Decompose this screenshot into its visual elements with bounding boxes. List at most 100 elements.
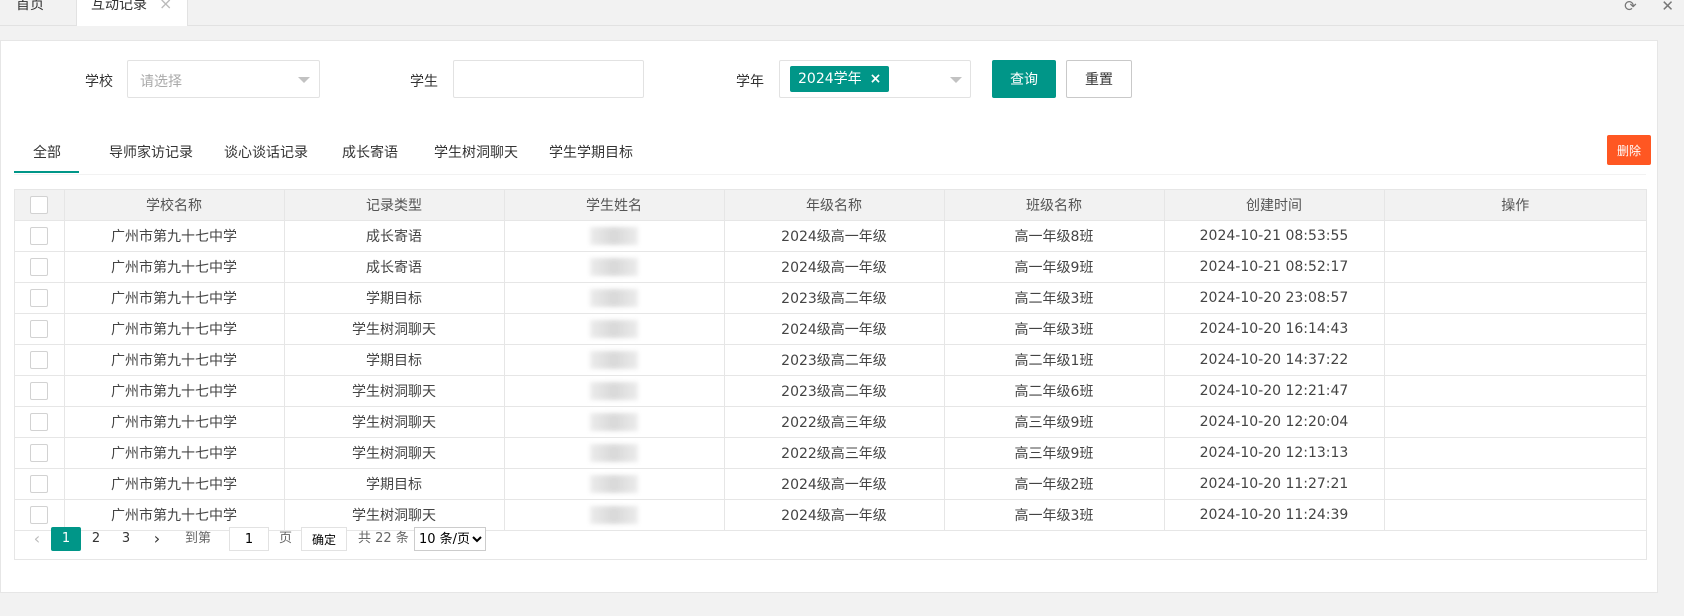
cell-grade: 2024级高一年级	[724, 468, 945, 500]
school-select[interactable]: 请选择	[127, 60, 320, 98]
cell-actions	[1384, 251, 1646, 283]
cell-school: 广州市第九十七中学	[64, 344, 285, 376]
school-placeholder: 请选择	[140, 74, 182, 90]
table-row[interactable]: 广州市第九十七中学 学期目标 2024级高一年级 高一年级2班 2024-10-20 1…	[15, 468, 1646, 500]
table-row[interactable]: 广州市第九十七中学 成长寄语 2024级高一年级 高一年级8班 2024-10-21 0…	[15, 220, 1646, 252]
close-all-icon[interactable]: ✕	[1661, 0, 1674, 15]
cell-school: 广州市第九十七中学	[64, 282, 285, 314]
cell-type: 学期目标	[284, 468, 505, 500]
row-checkbox[interactable]	[30, 350, 49, 369]
records-table: 学校名称 记录类型 学生姓名 年级名称 班级名称 创建时间 操作 广州市第九十七…	[14, 189, 1647, 531]
chip-remove-icon[interactable]: ×	[870, 71, 882, 87]
cell-grade: 2024级高一年级	[724, 313, 945, 345]
header-school: 学校名称	[64, 190, 285, 221]
cell-created: 2024-10-20 23:08:57	[1164, 282, 1385, 314]
cell-student	[504, 251, 725, 283]
cell-grade: 2022级高三年级	[724, 437, 945, 469]
cell-grade: 2024级高一年级	[724, 220, 945, 252]
row-checkbox[interactable]	[30, 381, 49, 400]
header-actions: 操作	[1384, 190, 1646, 221]
query-button[interactable]: 查询	[992, 60, 1056, 98]
table-row[interactable]: 广州市第九十七中学 学生树洞聊天 2022级高三年级 高三年级9班 2024-10-20…	[15, 437, 1646, 469]
year-select[interactable]: 2024学年 ×	[779, 60, 971, 98]
row-checkbox[interactable]	[30, 319, 49, 338]
cell-grade: 2023级高二年级	[724, 375, 945, 407]
table-row[interactable]: 广州市第九十七中学 学期目标 2023级高二年级 高二年级3班 2024-10-20 2…	[15, 282, 1646, 314]
year-chip-label: 2024学年	[798, 71, 862, 87]
delete-button[interactable]: 删除	[1607, 135, 1651, 165]
cell-actions	[1384, 313, 1646, 345]
cell-created: 2024-10-20 12:13:13	[1164, 437, 1385, 469]
header-class: 班级名称	[944, 190, 1165, 221]
subtab-semester-goal[interactable]: 学生学期目标	[549, 142, 633, 162]
cell-created: 2024-10-21 08:53:55	[1164, 220, 1385, 252]
table-row[interactable]: 广州市第九十七中学 学生树洞聊天 2023级高二年级 高二年级6班 2024-10-20…	[15, 375, 1646, 407]
cell-class: 高三年级9班	[944, 437, 1165, 469]
table-row[interactable]: 广州市第九十七中学 学生树洞聊天 2024级高一年级 高一年级3班 2024-10-20…	[15, 313, 1646, 345]
chevron-down-icon	[950, 77, 962, 83]
subtab-home-visit[interactable]: 导师家访记录	[109, 142, 193, 162]
redacted-student-name	[590, 257, 638, 276]
table-row[interactable]: 广州市第九十七中学 学期目标 2023级高二年级 高二年级1班 2024-10-20 1…	[15, 344, 1646, 376]
tab-close-icon[interactable]: ×	[159, 0, 172, 12]
subtab-growth-message[interactable]: 成长寄语	[342, 142, 398, 162]
student-input[interactable]	[453, 60, 644, 98]
tab-home[interactable]: 首页	[16, 0, 44, 24]
table-header-row: 学校名称 记录类型 学生姓名 年级名称 班级名称 创建时间 操作	[15, 190, 1646, 221]
refresh-icon[interactable]: ⟳	[1624, 0, 1637, 15]
cell-grade: 2023级高二年级	[724, 344, 945, 376]
row-checkbox[interactable]	[30, 257, 49, 276]
cell-type: 成长寄语	[284, 220, 505, 252]
redacted-student-name	[590, 381, 638, 400]
cell-type: 学期目标	[284, 344, 505, 376]
table-row[interactable]: 广州市第九十七中学 成长寄语 2024级高一年级 高一年级9班 2024-10-21 0…	[15, 251, 1646, 283]
subtab-talk[interactable]: 谈心谈话记录	[224, 142, 308, 162]
cell-type: 成长寄语	[284, 251, 505, 283]
cell-school: 广州市第九十七中学	[64, 437, 285, 469]
cell-class: 高三年级9班	[944, 406, 1165, 438]
cell-student	[504, 437, 725, 469]
redacted-student-name	[590, 474, 638, 493]
cell-created: 2024-10-20 12:20:04	[1164, 406, 1385, 438]
cell-created: 2024-10-20 11:27:21	[1164, 468, 1385, 500]
cell-school: 广州市第九十七中学	[64, 251, 285, 283]
redacted-student-name	[590, 350, 638, 369]
page-3-button[interactable]: 3	[111, 527, 141, 551]
cell-school: 广州市第九十七中学	[64, 406, 285, 438]
next-page-icon[interactable]: ›	[147, 527, 167, 551]
select-all-checkbox[interactable]	[30, 195, 49, 214]
page-2-button[interactable]: 2	[81, 527, 111, 551]
cell-type: 学生树洞聊天	[284, 437, 505, 469]
redacted-student-name	[590, 288, 638, 307]
tab-interaction-records[interactable]: 互动记录 ×	[76, 0, 188, 26]
student-label: 学生	[410, 74, 438, 90]
row-checkbox[interactable]	[30, 443, 49, 462]
prev-page-icon[interactable]: ‹	[27, 527, 47, 551]
redacted-student-name	[590, 443, 638, 462]
page-1-button[interactable]: 1	[51, 527, 81, 551]
header-grade: 年级名称	[724, 190, 945, 221]
page-size-select[interactable]: 10 条/页	[414, 527, 486, 551]
cell-student	[504, 313, 725, 345]
cell-type: 学生树洞聊天	[284, 406, 505, 438]
goto-page-input[interactable]	[229, 527, 269, 551]
subtab-tree-hole-chat[interactable]: 学生树洞聊天	[434, 142, 518, 162]
divider	[14, 174, 1646, 175]
row-checkbox[interactable]	[30, 288, 49, 307]
redacted-student-name	[590, 226, 638, 245]
row-checkbox[interactable]	[30, 226, 49, 245]
cell-type: 学生树洞聊天	[284, 313, 505, 345]
row-checkbox[interactable]	[30, 474, 49, 493]
cell-class: 高二年级3班	[944, 282, 1165, 314]
subtab-all[interactable]: 全部	[33, 142, 61, 162]
pagination: ‹ 1 2 3 › 到第 页 确定 共 22 条 10 条/页	[14, 515, 1647, 560]
cell-student	[504, 406, 725, 438]
cell-created: 2024-10-20 12:21:47	[1164, 375, 1385, 407]
goto-confirm-button[interactable]: 确定	[301, 527, 347, 551]
table-row[interactable]: 广州市第九十七中学 学生树洞聊天 2022级高三年级 高三年级9班 2024-10-20…	[15, 406, 1646, 438]
select-all-cell	[15, 190, 65, 221]
cell-actions	[1384, 344, 1646, 376]
cell-student	[504, 282, 725, 314]
reset-button[interactable]: 重置	[1066, 60, 1132, 98]
row-checkbox[interactable]	[30, 412, 49, 431]
